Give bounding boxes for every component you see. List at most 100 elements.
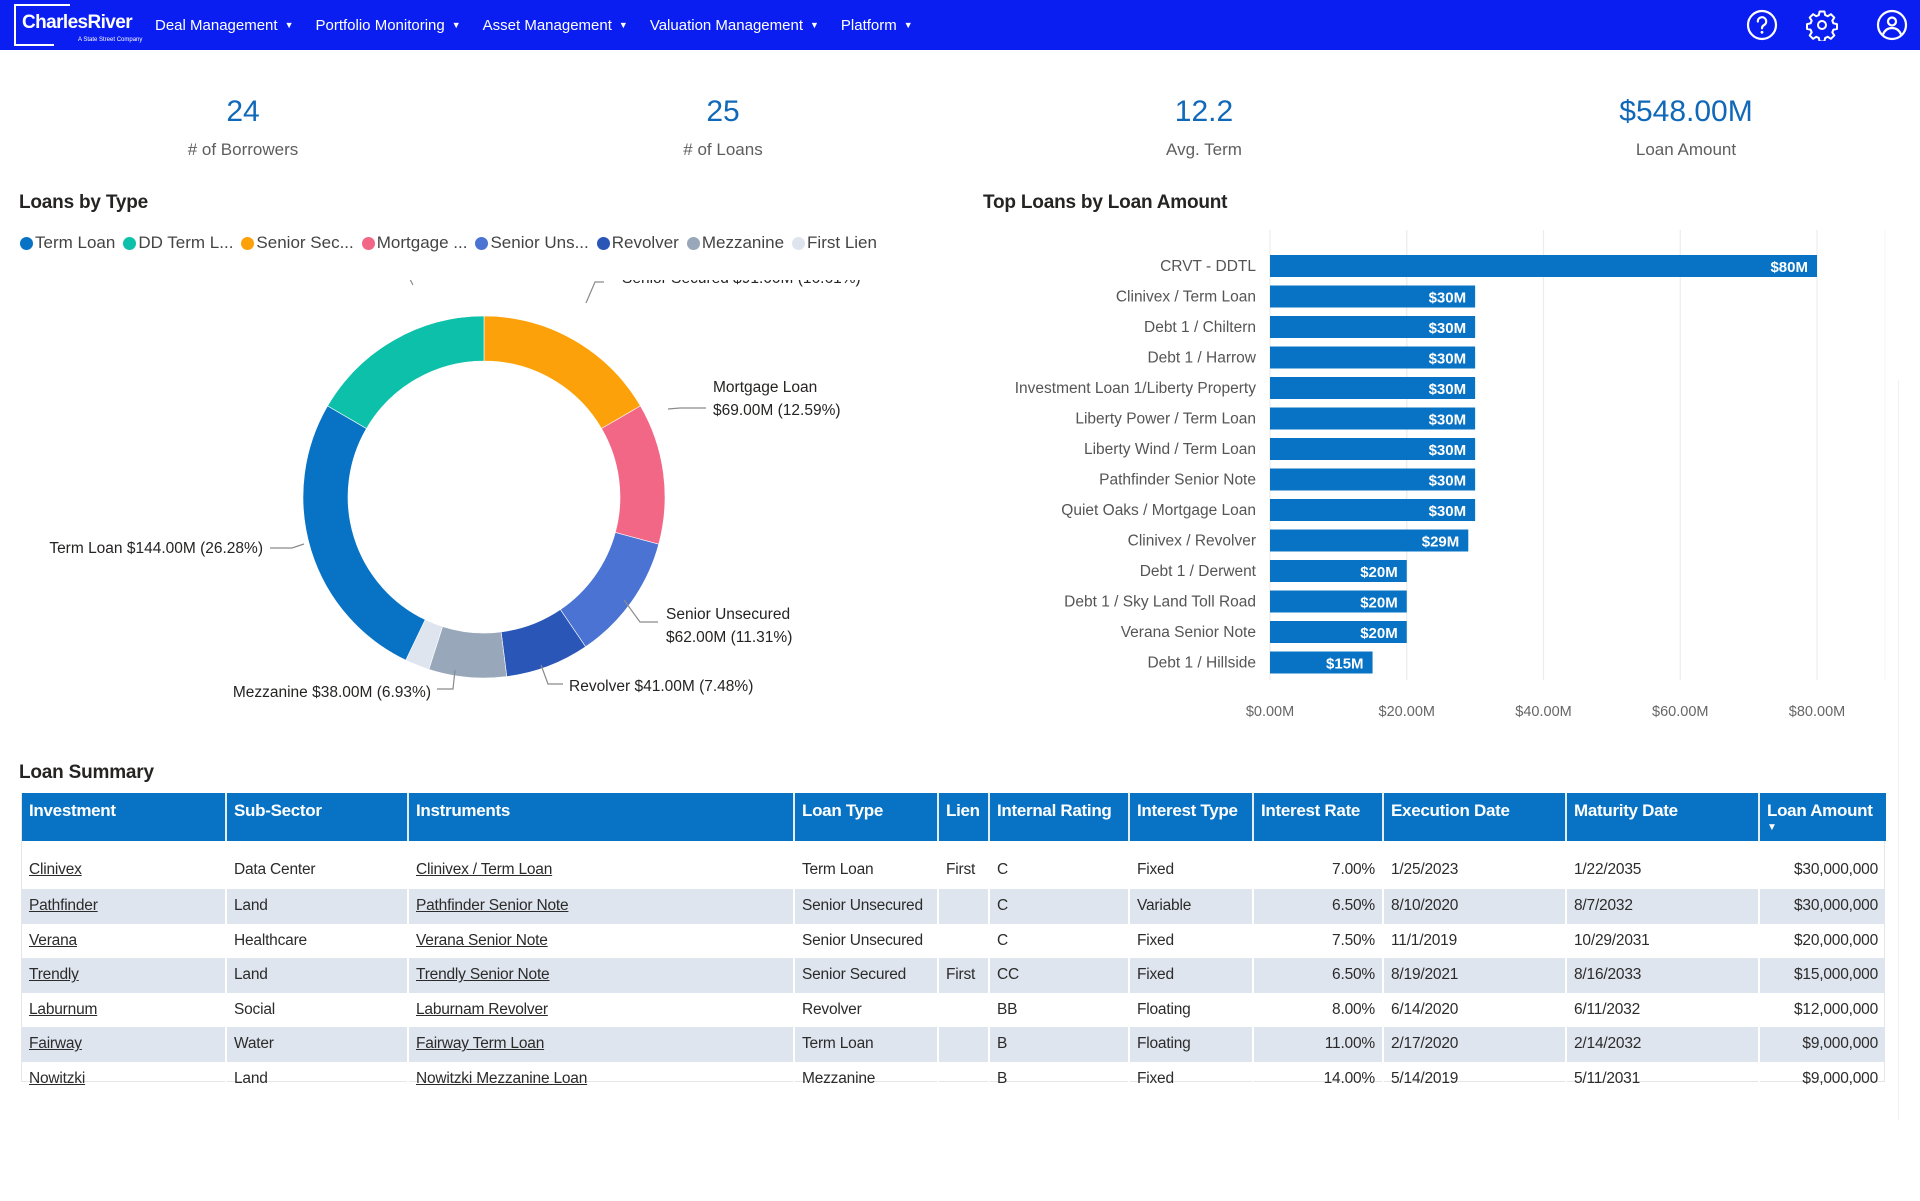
table-cell-investment: Fairway xyxy=(22,1027,227,1062)
table-row[interactable]: Trendly Land Trendly Senior Note Senior Sec… xyxy=(22,958,1887,993)
investment-link[interactable]: Clinivex xyxy=(29,861,82,878)
kpi-value: 12.2 xyxy=(1174,95,1234,128)
donut-slice-mortgage-loan[interactable] xyxy=(601,405,666,545)
sort-descending-icon[interactable]: ▼ xyxy=(1767,823,1879,833)
instrument-link[interactable]: Laburnam Revolver xyxy=(416,1001,548,1018)
kpi-value: $548.00M xyxy=(1619,95,1753,128)
investment-link[interactable]: Trendly xyxy=(29,966,79,983)
bar-data-label: $30M xyxy=(1429,351,1467,368)
menu-platform[interactable]: Platform ▼ xyxy=(841,17,913,34)
legend-item[interactable]: DD Term L... xyxy=(123,233,233,253)
legend-item[interactable]: Term Loan xyxy=(20,233,115,253)
table-cell-investment: Pathfinder xyxy=(22,889,227,924)
table-cell-loan-type: Revolver xyxy=(794,992,939,1027)
instrument-link[interactable]: Verana Senior Note xyxy=(416,932,548,949)
column-header-investment[interactable]: Investment xyxy=(22,793,227,841)
donut-data-label: Senior Unsecured xyxy=(666,606,790,623)
bar-data-label: $15M xyxy=(1326,656,1364,673)
kpi-avg-term: 12.2 Avg. Term xyxy=(1054,92,1354,160)
instrument-link[interactable]: Fairway Term Loan xyxy=(416,1035,544,1052)
legend-item[interactable]: Revolver xyxy=(596,233,679,253)
donut-data-label: $62.00M (11.31%) xyxy=(666,629,792,646)
legend-item[interactable]: Senior Sec... xyxy=(241,233,354,253)
column-header-interest-type[interactable]: Interest Type xyxy=(1129,793,1254,841)
table-row[interactable]: Fairway Water Fairway Term Loan Term Loan B F… xyxy=(22,1027,1887,1062)
column-header-maturity-date[interactable]: Maturity Date xyxy=(1566,793,1760,841)
menu-valuation-management[interactable]: Valuation Management ▼ xyxy=(650,17,819,34)
legend-item[interactable]: Senior Uns... xyxy=(475,233,589,253)
loans-by-type-donut-chart: Term Loan $144.00M (26.28%)DD Term Loan … xyxy=(49,280,861,701)
column-header-loan-amount[interactable]: Loan Amount ▼ xyxy=(1759,793,1886,841)
donut-slice-mezzanine[interactable] xyxy=(428,626,508,679)
bar-data-label: $30M xyxy=(1429,503,1467,520)
y-category-label: Verana Senior Note xyxy=(1121,624,1256,641)
table-row[interactable]: Laburnum Social Laburnam Revolver Revolver B… xyxy=(22,992,1887,1027)
table-row[interactable]: Pathfinder Land Pathfinder Senior Note Seni… xyxy=(22,889,1887,924)
table-header-row: Investment Sub-Sector Instruments Loan Type… xyxy=(22,793,1886,841)
column-header-sub-sector[interactable]: Sub-Sector xyxy=(226,793,409,841)
charles-river-logo[interactable]: CharlesRiver A State Street Company xyxy=(14,4,142,46)
column-header-execution-date[interactable]: Execution Date xyxy=(1383,793,1567,841)
column-header-instruments[interactable]: Instruments xyxy=(408,793,795,841)
donut-data-label: Senior Secured $91.00M (16.61%) xyxy=(622,280,861,287)
legend-label: Revolver xyxy=(611,233,679,252)
table-row[interactable]: Clinivex Data Center Clinivex / Term Loan T… xyxy=(22,841,1887,889)
investment-link[interactable]: Verana xyxy=(29,932,77,949)
donut-slice-dd-term-loan[interactable] xyxy=(327,315,485,429)
table-cell-execution-date: 8/19/2021 xyxy=(1383,958,1567,993)
instrument-link[interactable]: Pathfinder Senior Note xyxy=(416,897,569,914)
table-cell-maturity-date: 2/14/2032 xyxy=(1566,1027,1760,1062)
menu-portfolio-monitoring[interactable]: Portfolio Monitoring ▼ xyxy=(316,17,461,34)
settings-gear-icon[interactable] xyxy=(1806,9,1838,43)
investment-link[interactable]: Nowitzki xyxy=(29,1070,85,1087)
column-header-label: Internal Rating xyxy=(997,801,1112,820)
logo-name: CharlesRiver xyxy=(22,12,135,34)
column-header-interest-rate[interactable]: Interest Rate xyxy=(1253,793,1384,841)
user-profile-icon[interactable] xyxy=(1876,9,1908,41)
table-cell-internal-rating: CC xyxy=(989,958,1130,993)
table-cell-lien xyxy=(938,923,990,958)
donut-legend: Term Loan DD Term L... Senior Sec... Mortga… xyxy=(20,233,885,253)
instrument-link[interactable]: Trendly Senior Note xyxy=(416,966,550,983)
table-cell-interest-type: Floating xyxy=(1129,1027,1254,1062)
table-cell-loan-amount: $9,000,000 xyxy=(1759,1027,1887,1062)
donut-slice-senior-secured[interactable] xyxy=(483,315,641,429)
table-cell-interest-type: Variable xyxy=(1129,889,1254,924)
table-row[interactable]: Verana Healthcare Verana Senior Note Senior… xyxy=(22,923,1887,958)
table-cell-internal-rating: B xyxy=(989,1061,1130,1096)
donut-slice-senior-unsecured[interactable] xyxy=(559,532,660,648)
kpi-value: 25 xyxy=(706,95,740,128)
table-cell-lien xyxy=(938,992,990,1027)
menu-asset-management[interactable]: Asset Management ▼ xyxy=(483,17,628,34)
donut-slice-term-loan[interactable] xyxy=(302,405,426,661)
help-icon[interactable] xyxy=(1746,9,1778,41)
investment-link[interactable]: Pathfinder xyxy=(29,897,98,914)
legend-item[interactable]: First Lien xyxy=(792,233,877,253)
menu-deal-management[interactable]: Deal Management ▼ xyxy=(155,17,294,34)
table-cell-investment: Nowitzki xyxy=(22,1061,227,1096)
legend-item[interactable]: Mortgage ... xyxy=(361,233,468,253)
legend-label: Mortgage ... xyxy=(376,233,468,252)
investment-link[interactable]: Laburnum xyxy=(29,1001,97,1018)
donut-data-label: Term Loan $144.00M (26.28%) xyxy=(49,540,263,557)
legend-dot-icon xyxy=(123,236,137,250)
bar-data-label: $20M xyxy=(1360,595,1398,612)
table-cell-interest-type: Fixed xyxy=(1129,958,1254,993)
loan-summary-title: Loan Summary xyxy=(19,762,154,783)
column-header-label: Investment xyxy=(29,801,116,820)
table-cell-maturity-date: 1/22/2035 xyxy=(1566,841,1760,889)
instrument-link[interactable]: Nowitzki Mezzanine Loan xyxy=(416,1070,587,1087)
legend-item[interactable]: Mezzanine xyxy=(686,233,785,253)
legend-label: Mezzanine xyxy=(701,233,785,252)
bar[interactable] xyxy=(1270,255,1817,277)
table-cell-internal-rating: C xyxy=(989,923,1130,958)
table-row[interactable]: Nowitzki Land Nowitzki Mezzanine Loan Mezza… xyxy=(22,1061,1887,1096)
investment-link[interactable]: Fairway xyxy=(29,1035,82,1052)
column-header-loan-type[interactable]: Loan Type xyxy=(794,793,939,841)
table-cell-execution-date: 8/10/2020 xyxy=(1383,889,1567,924)
column-header-lien[interactable]: Lien xyxy=(938,793,990,841)
table-cell-loan-amount: $15,000,000 xyxy=(1759,958,1887,993)
table-cell-internal-rating: B xyxy=(989,1027,1130,1062)
column-header-internal-rating[interactable]: Internal Rating xyxy=(989,793,1130,841)
instrument-link[interactable]: Clinivex / Term Loan xyxy=(416,861,552,878)
